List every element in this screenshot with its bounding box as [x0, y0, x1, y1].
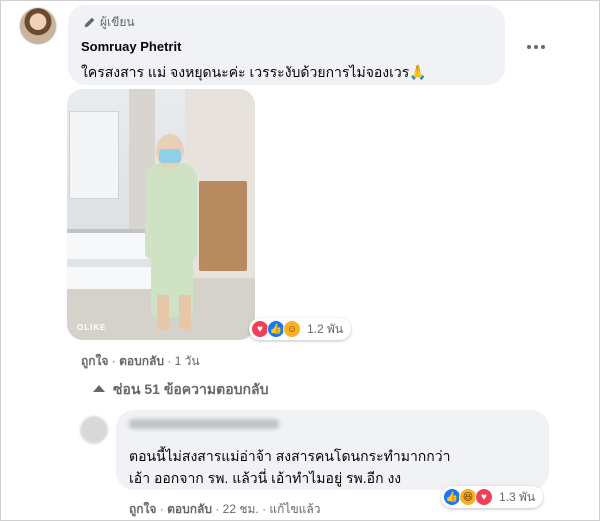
photo-face-mask — [159, 149, 181, 163]
pen-icon — [84, 17, 95, 28]
reply-avatar[interactable] — [80, 416, 108, 444]
reply-text-line1: ตอนนี้ไม่สงสารแม่อ่าจ้า สงสารคนโดนกระทำม… — [129, 448, 451, 464]
reply-reaction-count: 1.3 พัน — [499, 489, 536, 504]
reply-reaction-summary[interactable]: 👍 😆 ♥ 1.3 พัน — [441, 486, 544, 508]
photo-window — [69, 111, 119, 199]
reaction-count: 1.2 พัน — [307, 321, 344, 336]
edited-label[interactable]: แก้ไขแล้ว — [269, 502, 320, 516]
photo-person-gown — [145, 163, 197, 259]
comment-time[interactable]: 1 วัน — [175, 354, 200, 368]
photo-person-shin — [157, 295, 169, 329]
comment-actions: ถูกใจ · ตอบกลับ · 1 วัน — [81, 352, 200, 371]
reaction-summary[interactable]: ♥ 👍 ☺ 1.2 พัน — [249, 318, 352, 340]
hide-replies-label: ซ่อน 51 ข้อความตอบกลับ — [113, 381, 269, 397]
reply-link[interactable]: ตอบกลับ — [119, 354, 164, 368]
separator: · — [159, 502, 164, 516]
author-badge-label: ผู้เขียน — [100, 15, 135, 29]
comment-text: ใครสงสาร แม่ จงหยุดนะค่ะ เวรระงับด้วยการ… — [81, 64, 427, 80]
photo-person-shin — [179, 295, 191, 329]
separator: · — [262, 502, 267, 516]
comment-thread: ผู้เขียน Somruay Phetrit ใครสงสาร แม่ จง… — [0, 0, 600, 521]
love-reaction-icon: ♥ — [475, 488, 493, 506]
care-reaction-icon: ☺ — [283, 320, 301, 338]
reply-reply-link[interactable]: ตอบกลับ — [167, 502, 212, 516]
photo-watermark: OLIKE — [77, 323, 107, 332]
reply-actions: ถูกใจ · ตอบกลับ · 22 ชม. · แก้ไขแล้ว — [129, 500, 321, 519]
author-badge: ผู้เขียน — [83, 13, 135, 32]
more-options-button[interactable] — [519, 38, 553, 56]
separator: · — [215, 502, 220, 516]
separator: · — [167, 354, 172, 368]
photo-cabinet — [199, 181, 247, 271]
hide-replies-button[interactable]: ซ่อน 51 ข้อความตอบกลับ — [91, 379, 268, 401]
reply-text-line2: เอ้า ออกจาก รพ. แล้วนี่ เอ้าทำไมอยู่ รพ.… — [129, 470, 402, 486]
author-name[interactable]: Somruay Phetrit — [81, 39, 181, 54]
comment-photo[interactable]: OLIKE — [67, 89, 255, 340]
more-dot-icon — [541, 45, 545, 49]
more-dot-icon — [527, 45, 531, 49]
reply-like-link[interactable]: ถูกใจ — [129, 502, 156, 516]
like-link[interactable]: ถูกใจ — [81, 354, 108, 368]
collapse-arrow-icon — [91, 385, 105, 395]
reply-author-name-redacted[interactable] — [129, 419, 279, 429]
separator: · — [111, 354, 116, 368]
more-dot-icon — [534, 45, 538, 49]
reply-time[interactable]: 22 ชม. — [223, 502, 259, 516]
author-avatar[interactable] — [19, 7, 57, 45]
